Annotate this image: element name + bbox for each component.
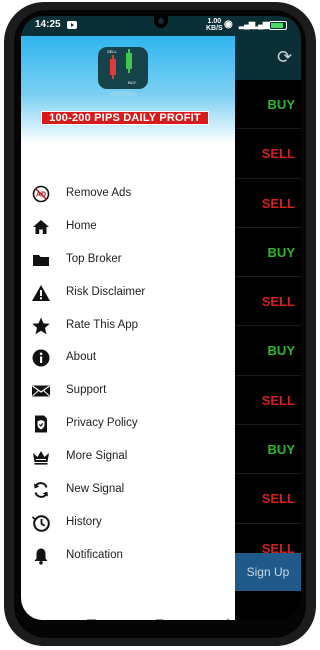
menu-item-label: Home <box>66 219 97 232</box>
logo-sell-text: SELL <box>107 49 117 54</box>
signal-sell[interactable]: SELL <box>235 129 301 179</box>
menu-item-label: About <box>66 351 97 364</box>
menu-item-support[interactable]: Support <box>21 375 235 408</box>
menu-item-label: Top Broker <box>66 252 122 265</box>
logo-red-candle <box>110 55 116 79</box>
menu-item-more-signal[interactable]: More Signal <box>21 441 235 474</box>
menu-item-label: New Signal <box>66 483 125 496</box>
status-time: 14:25 <box>35 19 61 30</box>
menu-item-risk-disclaimer[interactable]: Risk Disclaimer <box>21 277 235 310</box>
signal-sell[interactable]: SELL <box>235 474 301 524</box>
signal-sell[interactable]: SELL <box>235 178 301 228</box>
signup-button[interactable]: Sign Up <box>235 553 301 591</box>
logo-buy-text: BUY <box>128 80 137 85</box>
signal-buy[interactable]: BUY <box>235 326 301 376</box>
menu-item-notification[interactable]: Notification <box>21 540 235 573</box>
menu-item-label: Risk Disclaimer <box>66 285 146 298</box>
shield-icon <box>31 414 51 434</box>
signal-buy[interactable]: BUY <box>235 425 301 475</box>
signal-sell[interactable]: SELL <box>235 277 301 327</box>
signal-buy[interactable]: BUY <box>235 227 301 278</box>
refresh-icon[interactable]: ⟳ <box>277 48 292 66</box>
recents-icon[interactable] <box>87 619 96 620</box>
signal-buy[interactable]: BUY <box>235 80 301 130</box>
menu-item-label: Rate This App <box>66 318 139 331</box>
menu-item-privacy-policy[interactable]: Privacy Policy <box>21 408 235 441</box>
menu-item-new-signal[interactable]: New Signal <box>21 474 235 507</box>
bell-icon <box>31 546 51 566</box>
remove-ads-icon: AD <box>31 184 51 204</box>
menu-item-label: Privacy Policy <box>66 417 138 430</box>
folder-icon <box>31 250 51 270</box>
menu-item-label: Support <box>66 384 107 397</box>
profit-banner: 100-200 PIPS DAILY PROFIT <box>41 111 209 125</box>
menu-item-label: More Signal <box>66 450 128 463</box>
warning-icon <box>31 283 51 303</box>
menu-item-remove-ads[interactable]: AD Remove Ads <box>21 178 235 211</box>
drawer-menu: AD Remove Ads Home Top Broker Risk Disclaime… <box>21 178 235 573</box>
menu-item-rate-this-app[interactable]: Rate This App <box>21 310 235 343</box>
signal-sell[interactable]: SELL <box>235 375 301 426</box>
star-icon <box>31 316 51 336</box>
network-speed-unit: KB/S <box>206 25 223 32</box>
mail-icon <box>31 381 51 401</box>
screen: 14:25 1.00 KB/S ◉ ▂▄▆ ▂▄▆ ⟳ BUY SELL SELL B… <box>21 16 301 620</box>
network-speed-value: 1.00 <box>207 18 222 25</box>
wifi-icon: ◉ <box>224 19 233 30</box>
info-icon <box>31 348 51 368</box>
menu-item-label: Remove Ads <box>66 187 132 199</box>
menu-item-label: History <box>66 515 102 528</box>
home-icon <box>31 217 51 237</box>
refresh-icon <box>31 480 51 500</box>
crown-icon <box>31 447 51 467</box>
menu-item-top-broker[interactable]: Top Broker <box>21 244 235 277</box>
signal-list: BUY SELL SELL BUY SELL BUY SELL BUY SELL SELL <box>235 80 301 573</box>
app-header: ⟳ <box>235 36 301 80</box>
home-nav-icon[interactable] <box>155 619 164 620</box>
app-logo: SELL BUY <box>98 47 148 89</box>
menu-item-history[interactable]: History <box>21 507 235 540</box>
menu-item-home[interactable]: Home <box>21 211 235 244</box>
history-icon <box>31 513 51 533</box>
logo-shadow <box>109 91 137 97</box>
network-speed: 1.00 KB/S <box>206 18 223 32</box>
back-icon[interactable] <box>221 618 229 620</box>
logo-green-candle <box>126 49 132 73</box>
menu-item-about[interactable]: About <box>21 342 235 375</box>
navigation-drawer: SELL BUY 100-200 PIPS DAILY PROFIT AD Rem… <box>21 36 235 620</box>
battery-icon <box>269 21 287 30</box>
signal-icon: ▂▄▆ <box>239 20 255 29</box>
youtube-icon <box>67 21 77 29</box>
system-navbar <box>21 612 235 620</box>
signal-icon-2: ▂▄▆ <box>253 20 269 29</box>
drawer-header: SELL BUY 100-200 PIPS DAILY PROFIT <box>21 36 235 144</box>
menu-item-label: Notification <box>66 548 123 561</box>
